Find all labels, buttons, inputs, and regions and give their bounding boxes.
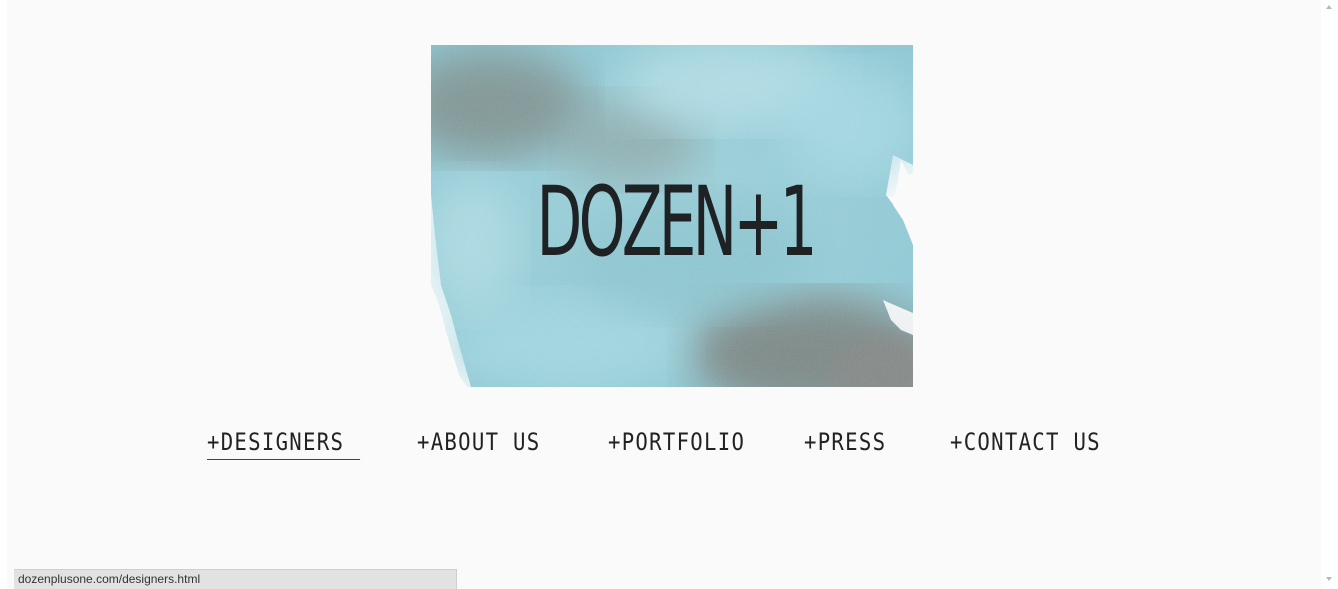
- scroll-up-arrow-icon[interactable]: [1326, 5, 1332, 9]
- nav-portfolio[interactable]: +PORTFOLIO: [608, 425, 745, 459]
- nav-about-us[interactable]: +ABOUT US: [417, 425, 540, 459]
- browser-status-bar: dozenplusone.com/designers.html: [14, 569, 457, 589]
- hero-logo-image[interactable]: DOZEN+1: [431, 45, 913, 387]
- site-logo: DOZEN+1: [536, 166, 817, 278]
- nav-designers[interactable]: +DESIGNERS: [207, 425, 360, 460]
- scroll-down-arrow-icon[interactable]: [1326, 577, 1332, 581]
- main-navigation: +DESIGNERS +ABOUT US +PORTFOLIO +PRESS +…: [7, 425, 1338, 465]
- nav-press[interactable]: +PRESS: [804, 425, 886, 459]
- page: DOZEN+1 +DESIGNERS +ABOUT US +PORTFOLIO …: [0, 0, 1338, 589]
- vertical-scrollbar[interactable]: [1321, 0, 1338, 589]
- nav-contact-us[interactable]: +CONTACT US: [950, 425, 1101, 459]
- status-url: dozenplusone.com/designers.html: [18, 572, 201, 586]
